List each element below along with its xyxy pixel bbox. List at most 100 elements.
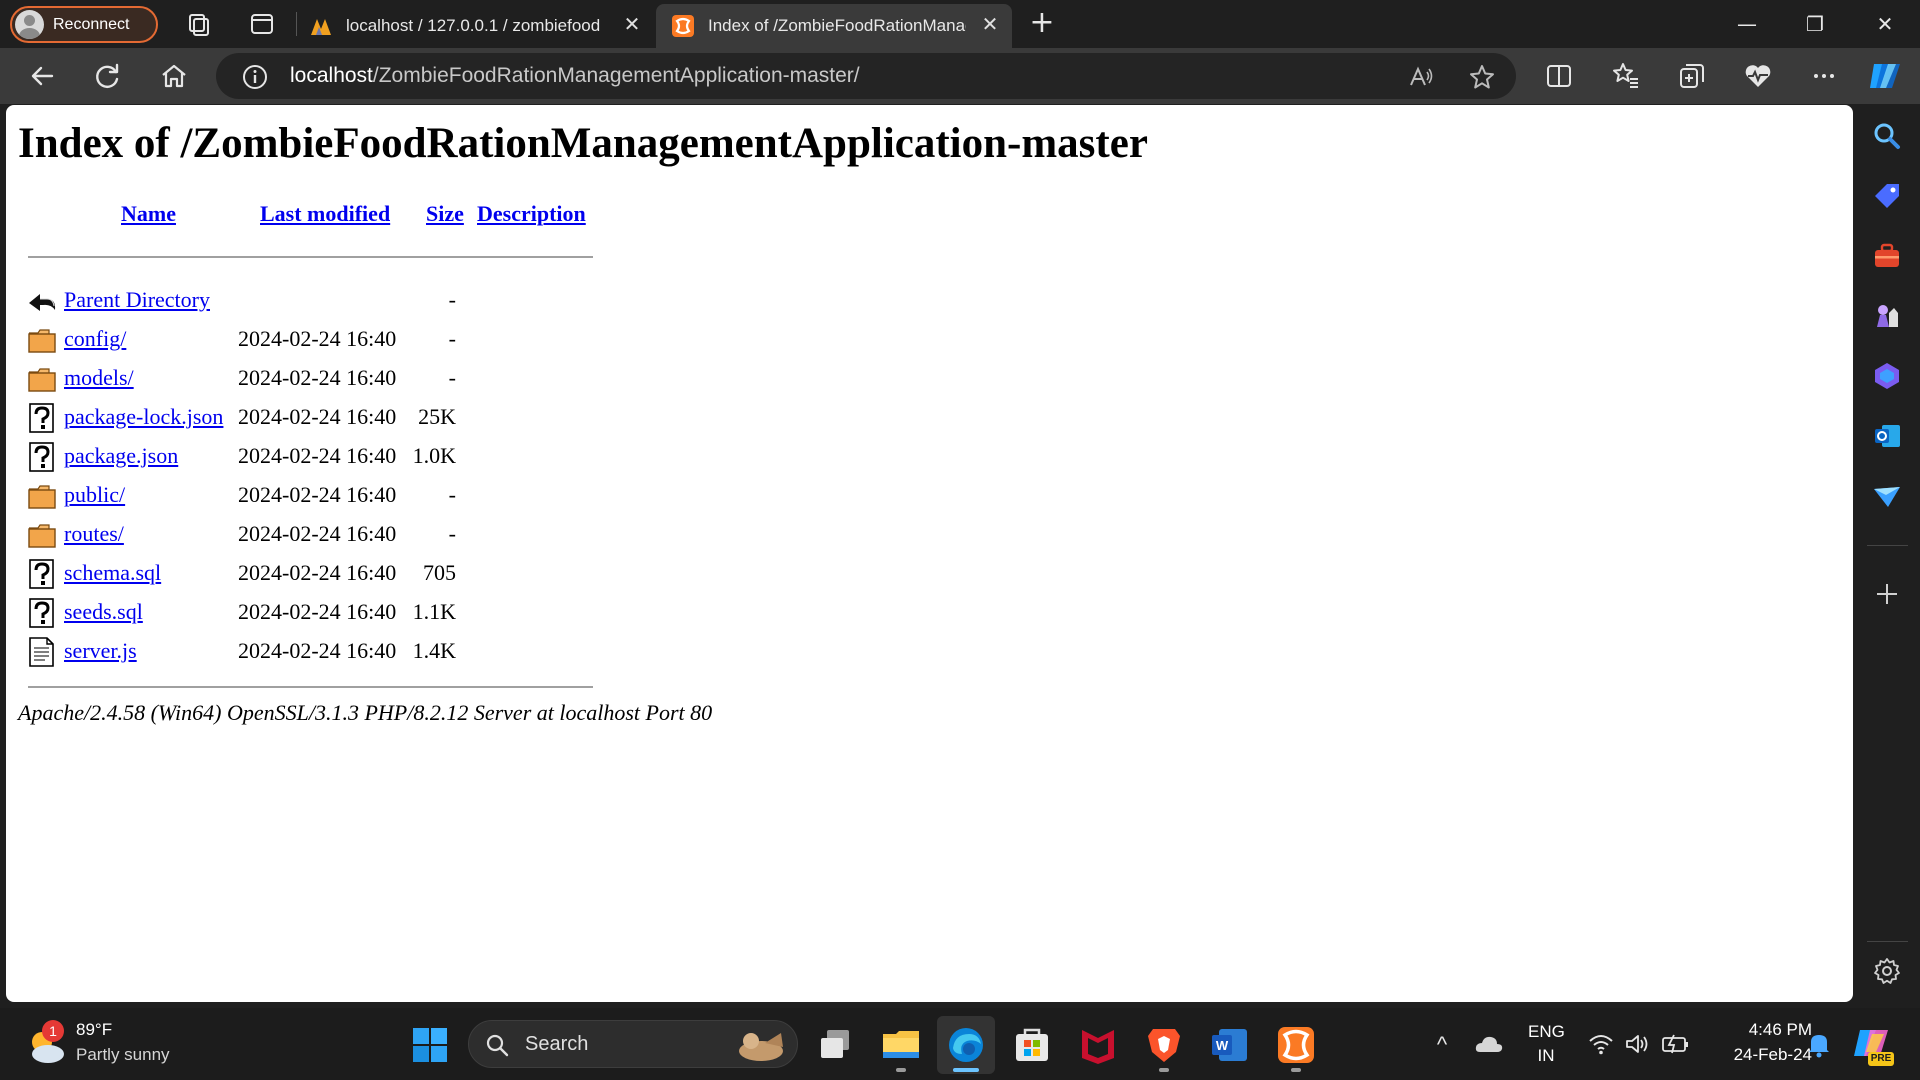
drop-send-icon[interactable] [1872,481,1902,511]
folder-icon [28,524,56,548]
language-top[interactable]: ENG [1528,1022,1565,1042]
back-icon[interactable] [26,60,58,92]
file-link[interactable]: public/ [64,482,125,508]
refresh-icon[interactable] [92,60,124,92]
tab-close-button[interactable]: ✕ [620,14,644,38]
column-header-size[interactable]: Size [426,201,464,227]
table-row: models/ 2024-02-24 16:40 - [23,360,623,399]
battery-charging-icon[interactable] [1660,1032,1690,1056]
table-row: server.js 2024-02-24 16:40 1.4K [23,633,623,672]
windows-taskbar: 1 89°F Partly sunny Search W ^ ENG IN 4:… [0,1008,1920,1080]
split-screen-icon[interactable] [1543,60,1575,92]
favorite-star-icon[interactable] [1468,63,1496,91]
task-view-icon[interactable] [815,1024,857,1066]
file-link[interactable]: config/ [64,326,126,352]
file-link[interactable]: routes/ [64,521,124,547]
table-row: seeds.sql 2024-02-24 16:40 1.1K [23,594,623,633]
tools-briefcase-icon[interactable] [1872,241,1902,271]
file-link[interactable]: schema.sql [64,560,161,586]
reconnect-button[interactable]: Reconnect [10,6,158,43]
windows-start-icon[interactable] [409,1024,451,1066]
minimize-button[interactable]: — [1720,6,1774,42]
outlook-icon[interactable] [1872,421,1902,451]
page-viewport: Index of /ZombieFoodRationManagementAppl… [6,105,1853,1002]
unknown-file-icon [29,403,54,433]
url-text[interactable]: localhost/ZombieFoodRationManagementAppl… [290,64,860,88]
search-icon[interactable] [1872,121,1902,151]
clock-date[interactable]: 24-Feb-24 [1702,1045,1812,1065]
url-path: /ZombieFoodRationManagementApplication-m… [372,64,860,87]
table-row: package.json 2024-02-24 16:40 1.0K [23,438,623,477]
phpmyadmin-favicon-icon [311,19,331,35]
wifi-icon[interactable] [1588,1032,1614,1056]
column-header-name[interactable]: Name [121,201,176,227]
new-tab-button[interactable]: + [1025,6,1059,42]
xampp-control-icon[interactable] [1275,1024,1317,1066]
more-options-icon[interactable] [1808,60,1840,92]
file-explorer-icon[interactable] [880,1024,922,1066]
home-icon[interactable] [158,60,190,92]
games-chess-icon[interactable] [1872,301,1902,331]
tab-close-button[interactable]: ✕ [978,14,1002,38]
unknown-file-icon [29,559,54,589]
shopping-tag-icon[interactable] [1872,181,1902,211]
folder-icon [28,368,56,392]
tab-phpmyadmin[interactable]: localhost / 127.0.0.1 / zombiefood ✕ [310,4,650,48]
weather-temperature[interactable]: 89°F [76,1020,112,1040]
add-icon[interactable] [1872,579,1902,609]
window-close-button[interactable]: ✕ [1858,6,1912,42]
modified-date: 2024-02-24 16:40 [238,482,397,507]
table-row: package-lock.json 2024-02-24 16:40 25K [23,399,623,438]
url-host: localhost [290,64,373,87]
file-link[interactable]: models/ [64,365,134,391]
weather-badge: 1 [42,1020,64,1042]
tab-index-of[interactable]: Index of /ZombieFoodRationManagementAppl… [656,4,1012,48]
address-bar[interactable]: localhost/ZombieFoodRationManagementAppl… [216,53,1516,99]
column-header-description[interactable]: Description [477,201,586,227]
modified-date: 2024-02-24 16:40 [238,326,397,351]
favorites-icon[interactable] [1610,60,1642,92]
browser-essentials-icon[interactable] [1742,60,1774,92]
onedrive-cloud-icon[interactable] [1474,1030,1504,1058]
site-info-icon[interactable] [242,64,268,90]
clock-time[interactable]: 4:46 PM [1702,1020,1812,1040]
back-arrow-icon [29,294,56,311]
table-row: routes/ 2024-02-24 16:40 - [23,516,623,555]
copilot-hex-icon[interactable] [1872,361,1902,391]
restore-button[interactable]: ❐ [1788,6,1842,42]
microsoft-store-icon[interactable] [1011,1024,1053,1066]
weather-description[interactable]: Partly sunny [76,1045,170,1065]
workspaces-icon[interactable] [184,10,212,38]
edge-browser-icon[interactable] [945,1024,987,1066]
tab-actions-icon[interactable] [248,10,276,38]
copilot-icon[interactable] [1866,58,1904,94]
page-title: Index of /ZombieFoodRationManagementAppl… [18,120,1148,167]
mcafee-icon[interactable] [1077,1024,1119,1066]
file-link[interactable]: package-lock.json [64,404,223,430]
show-hidden-icons-chevron[interactable]: ^ [1430,1028,1454,1057]
word-icon[interactable]: W [1209,1024,1251,1066]
modified-date: 2024-02-24 16:40 [238,365,397,390]
column-header-last-modified[interactable]: Last modified [260,201,390,227]
modified-date: 2024-02-24 16:40 [238,599,397,624]
settings-gear-icon[interactable] [1872,956,1902,986]
file-size: 1.0K [412,443,456,468]
unknown-file-icon [29,598,54,628]
file-link[interactable]: server.js [64,638,137,664]
folder-icon [28,329,56,353]
file-size: - [448,287,456,312]
language-bottom[interactable]: IN [1528,1046,1564,1066]
table-row: Parent Directory - [23,282,623,321]
volume-icon[interactable] [1624,1032,1650,1056]
running-indicator [1291,1068,1301,1072]
collections-icon[interactable] [1676,60,1708,92]
file-link[interactable]: Parent Directory [64,287,210,313]
modified-date: 2024-02-24 16:40 [238,443,397,468]
file-link[interactable]: package.json [64,443,178,469]
read-aloud-icon[interactable] [1408,64,1434,90]
file-link[interactable]: seeds.sql [64,599,143,625]
brave-browser-icon[interactable] [1143,1024,1185,1066]
notification-bell-icon[interactable] [1806,1030,1832,1058]
edge-sidebar [1855,105,1920,1002]
taskbar-search[interactable]: Search [468,1020,798,1068]
